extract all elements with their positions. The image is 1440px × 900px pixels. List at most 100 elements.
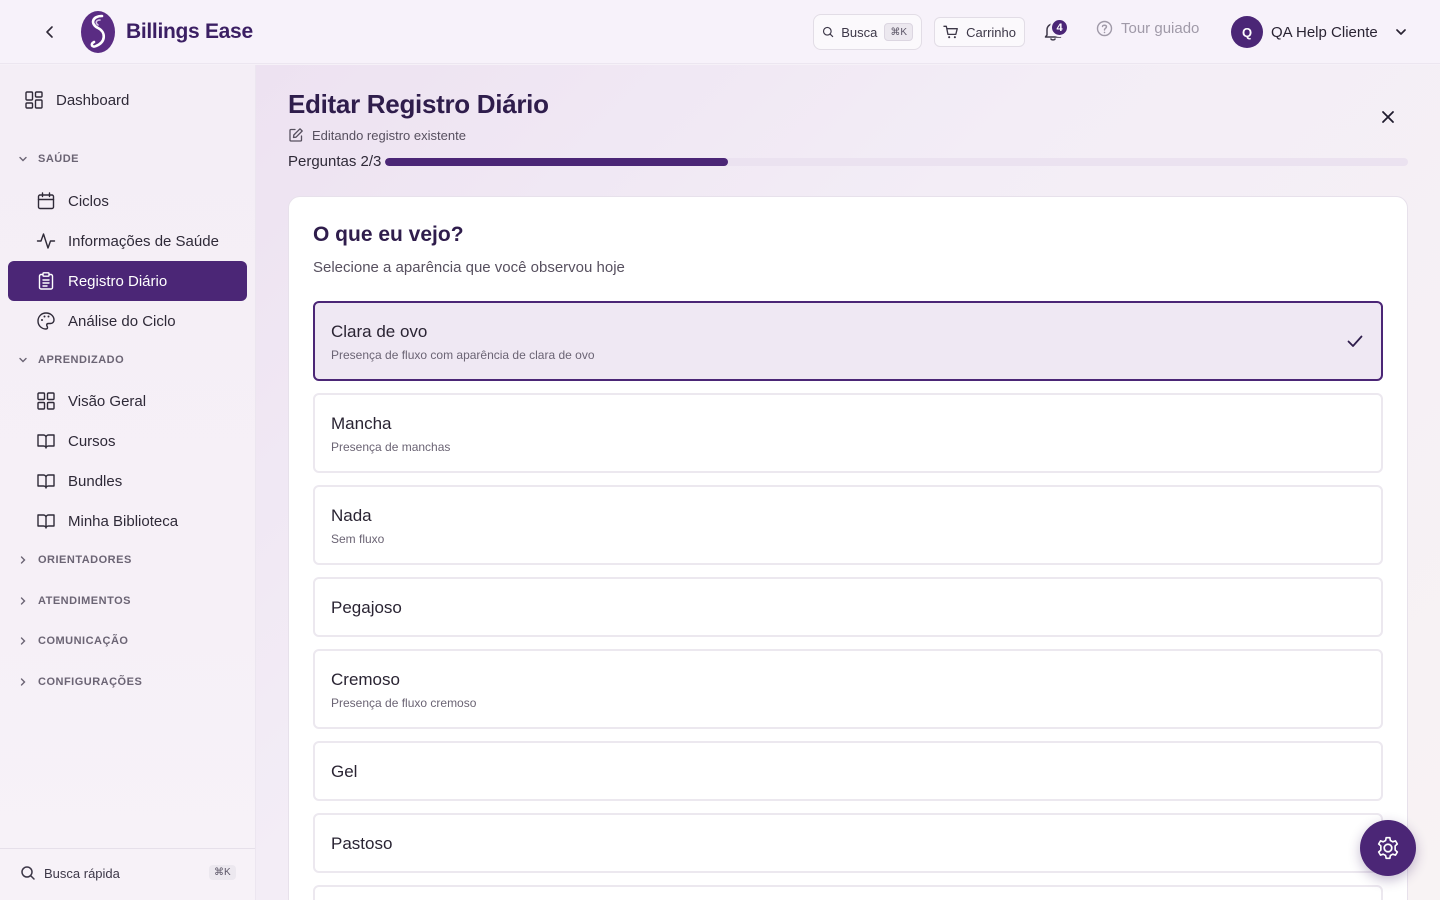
option-mancha[interactable]: Mancha Presença de manchas [313,393,1383,473]
option-nada[interactable]: Nada Sem fluxo [313,485,1383,565]
quick-search-label: Busca rápida [44,865,120,881]
chevron-right-icon [18,596,28,606]
book-open-icon [36,431,56,451]
guided-tour-label: Tour guiado [1121,20,1200,37]
sidebar-item-minha-biblioteca[interactable]: Minha Biblioteca [36,511,178,531]
option-description: Presença de fluxo com aparência de clara… [331,348,595,362]
grid-icon [36,391,56,411]
quick-search-button[interactable]: Busca rápida [20,865,120,881]
option-partially-visible[interactable] [313,885,1383,900]
help-circle-icon [1096,20,1113,37]
section-comunicacao[interactable]: COMUNICAÇÃO [18,635,128,647]
section-aprendizado[interactable]: APRENDIZADO [18,354,124,366]
cart-label: Carrinho [966,24,1016,40]
sidebar-item-label: Registro Diário [68,272,168,290]
section-label: ORIENTADORES [38,554,132,566]
option-cremoso[interactable]: Cremoso Presença de fluxo cremoso [313,649,1383,729]
top-bar: Billings Ease Busca ⌘K Carrinho 4 Tour g… [0,0,1440,64]
sidebar-item-label: Ciclos [68,192,109,210]
section-atendimentos[interactable]: ATENDIMENTOS [18,595,131,607]
notification-count-badge: 4 [1050,18,1069,37]
sidebar-item-label: Bundles [68,472,123,490]
avatar: Q [1231,16,1263,48]
back-button[interactable] [38,20,62,44]
sidebar: Dashboard SAÚDE Ciclos Informações de Sa… [0,65,256,900]
sidebar-item-analise-ciclo[interactable]: Análise do Ciclo [36,311,176,331]
sidebar-item-registro-diario[interactable]: Registro Diário [36,271,167,291]
search-icon [21,866,35,880]
sidebar-item-visao-geral[interactable]: Visão Geral [36,391,146,411]
activity-icon [36,231,56,251]
sidebar-item-cursos[interactable]: Cursos [36,431,116,451]
guided-tour-button[interactable]: Tour guiado [1096,20,1199,37]
option-description: Sem fluxo [331,532,385,546]
sidebar-item-bundles[interactable]: Bundles [36,471,122,491]
progress-label: Perguntas 2/3 [288,153,382,170]
quick-search-shortcut: ⌘K [209,865,236,880]
calendar-icon [36,191,56,211]
section-label: COMUNICAÇÃO [38,635,129,647]
option-label: Gel [331,762,358,781]
edit-note: Editando registro existente [288,127,466,143]
section-saude[interactable]: SAÚDE [18,153,79,165]
chevron-down-icon [18,355,28,365]
option-label: Pastoso [331,834,393,853]
question-subtitle: Selecione a aparência que você observou … [313,259,625,276]
section-orientadores[interactable]: ORIENTADORES [18,554,132,566]
section-configuracoes[interactable]: CONFIGURAÇÕES [18,676,142,688]
option-pegajoso[interactable]: Pegajoso [313,577,1383,637]
brand-logo-icon [81,11,115,53]
option-gel[interactable]: Gel [313,741,1383,801]
sidebar-item-ciclos[interactable]: Ciclos [36,191,109,211]
sidebar-item-label: Informações de Saúde [68,232,219,250]
section-label: ATENDIMENTOS [38,595,131,607]
user-name: QA Help Cliente [1271,23,1378,41]
option-description: Presença de manchas [331,440,451,454]
option-label: Cremoso [331,670,400,689]
chevron-down-icon [1395,29,1406,35]
progress-fill [385,158,728,166]
sidebar-item-label: Cursos [68,432,116,450]
option-label: Clara de ovo [331,322,428,341]
settings-fab-button[interactable] [1360,820,1416,876]
close-icon [1382,111,1394,123]
search-icon [822,26,834,38]
close-button[interactable] [1376,105,1400,129]
grid-icon [24,90,44,110]
gear-icon [1377,836,1399,860]
section-label: SAÚDE [38,153,80,165]
option-label: Pegajoso [331,598,402,617]
check-icon [1347,335,1363,347]
edit-note-text: Editando registro existente [312,127,466,143]
section-label: APRENDIZADO [38,354,125,366]
main-content: Editar Registro Diário Editando registro… [256,65,1440,900]
search-button[interactable]: Busca ⌘K [813,14,922,50]
sidebar-item-label: Minha Biblioteca [68,512,179,530]
option-pastoso[interactable]: Pastoso [313,813,1383,873]
question-card: O que eu vejo? Selecione a aparência que… [288,196,1408,900]
user-menu[interactable]: Q QA Help Cliente [1231,16,1408,48]
sidebar-item-label: Dashboard [56,91,130,109]
chevron-right-icon [18,677,28,687]
sidebar-item-informacoes-saude[interactable]: Informações de Saúde [36,231,219,251]
palette-icon [36,311,56,331]
chevron-right-icon [18,555,28,565]
chevron-right-icon [18,636,28,646]
brand-name: Billings Ease [126,20,253,43]
section-label: CONFIGURAÇÕES [38,676,143,688]
brand-logo[interactable]: Billings Ease [80,10,253,54]
clipboard-icon [36,271,56,291]
sidebar-item-dashboard[interactable]: Dashboard [24,90,129,110]
book-open-icon [36,511,56,531]
page-title: Editar Registro Diário [288,89,549,119]
cart-button[interactable]: Carrinho [934,17,1025,47]
book-open-icon [36,471,56,491]
option-description: Presença de fluxo cremoso [331,696,477,710]
sidebar-item-label: Visão Geral [68,392,147,410]
progress-bar [385,158,1408,166]
option-clara-de-ovo[interactable]: Clara de ovo Presença de fluxo com aparê… [313,301,1383,381]
option-label: Mancha [331,414,392,433]
question-title: O que eu vejo? [313,223,464,246]
sidebar-item-label: Análise do Ciclo [68,312,176,330]
option-label: Nada [331,506,372,525]
